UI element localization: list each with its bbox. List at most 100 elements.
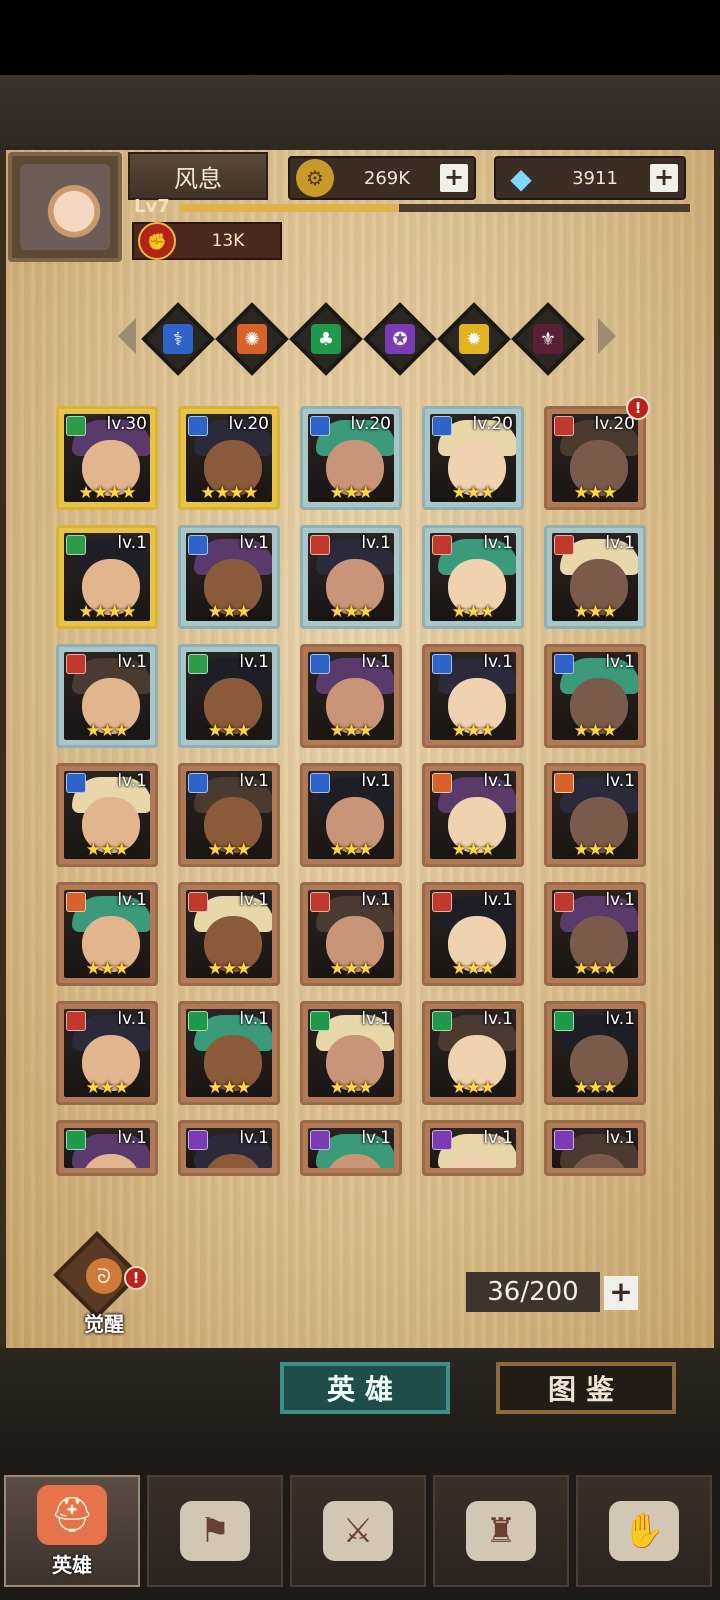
awaken-label: 觉醒 [84,1312,124,1336]
hero-level: lv.1 [239,652,269,672]
hero-card[interactable]: lv.1 ★★★ [56,882,158,986]
hero-card[interactable]: lv.1 ★★★ [300,882,402,986]
hero-stars: ★★★ [573,959,618,979]
filter-right-arrow-icon[interactable] [598,318,616,354]
hero-card[interactable]: lv.30 ★★★★ [56,406,158,510]
hero-alert-badge: ! [626,396,650,420]
add-gold-button[interactable]: + [440,164,468,192]
hero-stars: ★★★★ [200,483,259,503]
hero-level: lv.1 [483,533,513,553]
gem-amount: 3911 [572,167,618,189]
hero-class-icon [310,1130,330,1150]
hero-card[interactable]: lv.1 ★★★ [300,1001,402,1105]
player-level: Lv7 [134,196,170,217]
hero-card[interactable]: lv.1 [300,1120,402,1176]
hero-card[interactable]: lv.1 ★★★ [422,644,524,748]
hero-class-icon [310,416,330,436]
hero-level: lv.1 [361,1128,391,1148]
hero-card[interactable]: lv.1 ★★★ [422,882,524,986]
hero-card[interactable]: lv.1 ★★★★ [56,525,158,629]
hero-card[interactable]: lv.1 ★★★ [56,644,158,748]
hero-card[interactable]: lv.1 ★★★ [422,525,524,629]
tab-heroes[interactable]: 英雄 [280,1362,450,1414]
hero-level: lv.1 [239,771,269,791]
nav-castle[interactable]: ♜ [433,1475,569,1587]
hero-card[interactable]: lv.20 ★★★ [300,406,402,510]
header-strip [0,75,720,155]
hero-class-icon [310,535,330,555]
hero-card[interactable]: lv.1 ★★★ [178,763,280,867]
hero-level: lv.1 [117,652,147,672]
status-bar [0,0,720,75]
hero-card[interactable]: lv.1 [544,1120,646,1176]
hero-card[interactable]: lv.1 ★★★ [422,1001,524,1105]
hero-level: lv.1 [117,1128,147,1148]
hero-card[interactable]: lv.1 ★★★ [300,763,402,867]
hero-class-icon [432,654,452,674]
player-avatar[interactable] [8,152,122,262]
dark-element-icon: ⚜ [533,324,563,354]
tab-codex[interactable]: 图鉴 [496,1362,676,1414]
hero-stars: ★★★ [329,840,374,860]
hero-stars: ★★★★ [78,602,137,622]
awaken-alert-badge: ! [124,1266,148,1290]
flag-icon: ⚑ [180,1501,250,1561]
hero-card[interactable]: lv.20 ★★★ [544,406,646,510]
hero-card[interactable]: lv.1 ★★★ [544,644,646,748]
hero-level: lv.1 [361,771,391,791]
nav-label: 英雄 [52,1552,92,1577]
hero-card[interactable]: lv.1 ★★★ [300,644,402,748]
hero-card[interactable]: lv.1 ★★★ [544,763,646,867]
hero-class-icon [188,892,208,912]
hero-class-icon [66,416,86,436]
hero-card[interactable]: lv.1 [422,1120,524,1176]
hero-stars: ★★★ [573,721,618,741]
hero-class-icon [66,535,86,555]
expand-capacity-button[interactable]: + [604,1276,638,1310]
gem-counter: ◆ 3911 + [494,156,686,200]
hero-card[interactable]: lv.1 ★★★ [178,644,280,748]
hero-card[interactable]: lv.1 ★★★ [544,882,646,986]
gold-counter: ⚙ 269K + [288,156,476,200]
hero-level: lv.1 [483,1128,513,1148]
hero-level: lv.1 [117,890,147,910]
nav-battle[interactable]: ⚔ [290,1475,426,1587]
hero-card[interactable]: lv.20 ★★★★ [178,406,280,510]
filter-left-arrow-icon[interactable] [118,318,136,354]
hero-card[interactable]: lv.1 ★★★ [56,1001,158,1105]
hero-level: lv.1 [483,890,513,910]
hero-class-icon [66,773,86,793]
hero-stars: ★★★ [329,721,374,741]
hero-stars: ★★★ [329,483,374,503]
hero-class-icon [554,892,574,912]
hero-level: lv.1 [361,890,391,910]
hero-card[interactable]: lv.1 [56,1120,158,1176]
hero-card[interactable]: lv.1 ★★★ [178,882,280,986]
nav-heroes[interactable]: ⛑ 英雄 [4,1475,140,1587]
hero-card[interactable]: lv.1 ★★★ [56,763,158,867]
hero-card[interactable]: lv.1 ★★★ [300,525,402,629]
nav-adventure[interactable]: ⚑ [147,1475,283,1587]
hero-stars: ★★★ [207,602,252,622]
hero-card[interactable]: lv.20 ★★★ [422,406,524,510]
hero-stars: ★★★★ [78,483,137,503]
hero-class-icon [554,1130,574,1150]
hero-level: lv.1 [239,1128,269,1148]
hero-level: lv.1 [483,652,513,672]
add-gems-button[interactable]: + [650,164,678,192]
hero-class-icon [432,892,452,912]
hero-card[interactable]: lv.1 ★★★ [178,525,280,629]
hero-class-icon [66,1130,86,1150]
hero-card[interactable]: lv.1 [178,1120,280,1176]
purple-element-icon: ✪ [385,324,415,354]
hero-stars: ★★★ [85,840,130,860]
helmet-icon: ⛑ [37,1484,107,1545]
hero-stars: ★★★ [207,840,252,860]
hero-card[interactable]: lv.1 ★★★ [544,1001,646,1105]
hero-card[interactable]: lv.1 ★★★ [422,763,524,867]
nav-alliance[interactable]: ✋ [576,1475,712,1587]
hero-card[interactable]: lv.1 ★★★ [178,1001,280,1105]
hero-card[interactable]: lv.1 ★★★ [544,525,646,629]
hero-level: lv.20 [228,414,270,434]
hero-stars: ★★★ [329,959,374,979]
